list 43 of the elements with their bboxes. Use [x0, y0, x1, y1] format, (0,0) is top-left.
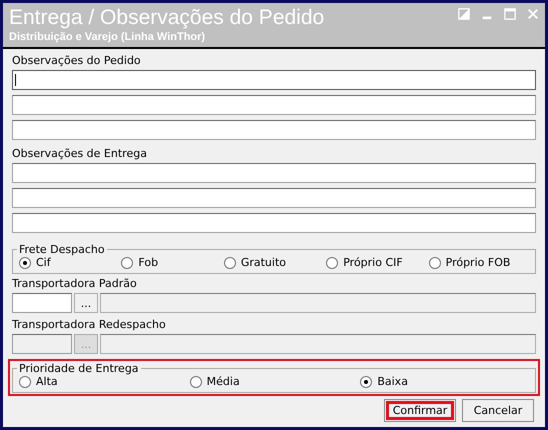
radio-button[interactable] — [428, 256, 441, 268]
field-label: Transportadora Padrão — [12, 277, 138, 291]
code-field[interactable] — [12, 293, 72, 313]
dialog-button[interactable]: Confirmar — [384, 399, 456, 422]
radio-button[interactable] — [326, 256, 338, 268]
field-label: Observações do Pedido — [12, 54, 142, 68]
radio-label: Cif — [36, 256, 51, 269]
radio-button[interactable] — [360, 376, 372, 388]
text-field[interactable] — [12, 188, 536, 208]
group-title: Frete Despacho — [18, 243, 106, 256]
text-field[interactable] — [12, 213, 536, 233]
radio-option[interactable]: Cif — [19, 256, 122, 269]
radio-label: Próprio FOB — [446, 256, 510, 269]
radio-label: Baixa — [377, 375, 408, 388]
radio-option[interactable]: Próprio FOB — [428, 256, 532, 269]
radio-option[interactable]: Alta — [19, 375, 190, 388]
radio-option[interactable]: Média — [190, 375, 360, 388]
text-field[interactable] — [12, 163, 536, 183]
radio-button[interactable] — [121, 256, 134, 268]
dialog-button[interactable]: Cancelar — [462, 399, 534, 422]
group-title: Prioridade de Entrega — [18, 362, 140, 375]
radio-label: Gratuito — [240, 256, 286, 269]
text-field[interactable] — [12, 70, 536, 90]
window-subtitle: Distribuição e Varejo (Linha WinThor) — [9, 31, 206, 43]
radio-button[interactable] — [190, 376, 202, 388]
text-field[interactable] — [12, 120, 536, 140]
radio-label: Fob — [138, 256, 158, 269]
field-label: Observações de Entrega — [12, 147, 148, 161]
text-field[interactable] — [12, 95, 536, 115]
lookup-button[interactable]: ... — [74, 293, 98, 313]
radio-option[interactable]: Próprio CIF — [326, 256, 429, 269]
radio-option[interactable]: Baixa — [360, 375, 532, 388]
radio-option[interactable]: Gratuito — [224, 256, 326, 269]
radio-label: Média — [206, 375, 240, 388]
radio-label: Alta — [36, 375, 58, 388]
field-label: Transportadora Redespacho — [12, 318, 167, 332]
radio-button[interactable] — [19, 376, 31, 388]
radio-button[interactable] — [224, 256, 236, 268]
code-field[interactable] — [12, 334, 72, 354]
radio-label: Próprio CIF — [343, 256, 403, 269]
window-title: Entrega / Observações do Pedido — [9, 5, 324, 31]
radio-option[interactable]: Fob — [121, 256, 224, 269]
radio-button[interactable] — [19, 256, 31, 268]
